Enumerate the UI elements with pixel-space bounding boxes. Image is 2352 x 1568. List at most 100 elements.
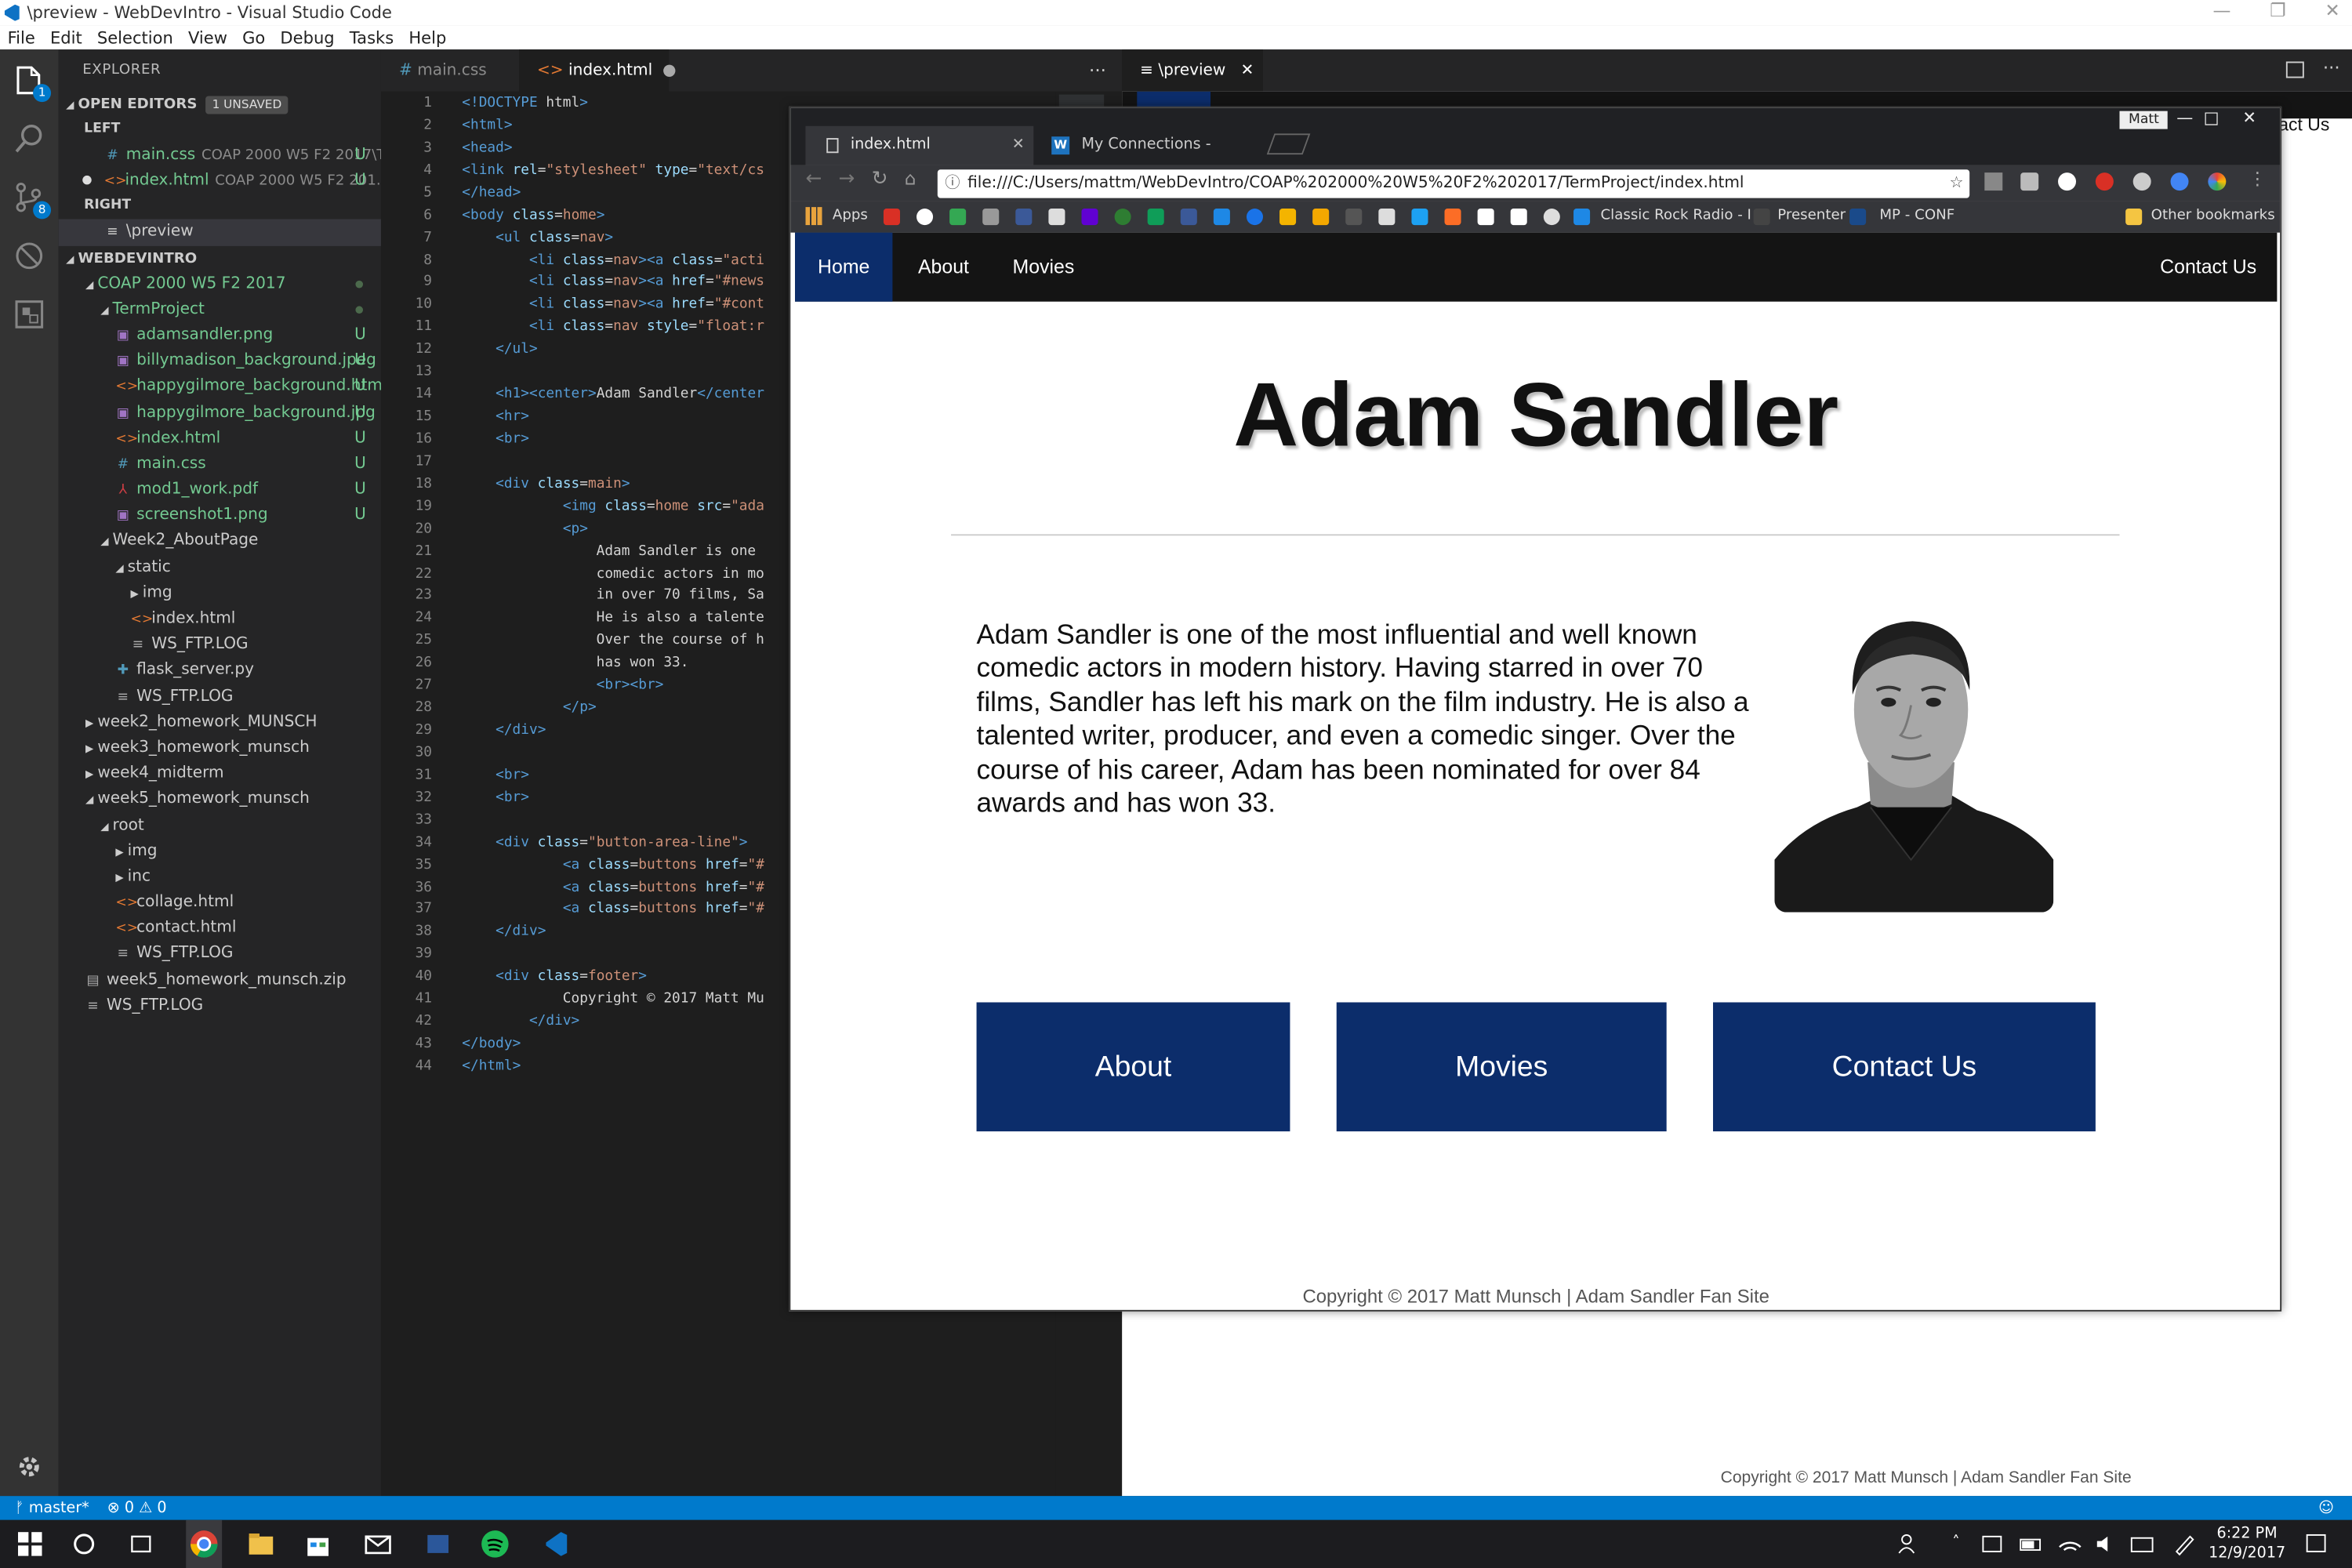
menu-selection[interactable]: Selection [97, 27, 173, 47]
feedback-smiley-icon[interactable]: ☺ [2318, 1500, 2334, 1516]
folder-item[interactable]: ▶ img [59, 838, 381, 864]
file-item[interactable]: ≡ WS_FTP.LOG [59, 632, 381, 658]
file-item[interactable]: ▣ screenshot1.png U [59, 503, 381, 529]
bookmark-mp-conf[interactable]: MP - CONF [1879, 207, 1955, 223]
extension-7-icon[interactable] [2208, 172, 2227, 191]
app-icon[interactable] [423, 1529, 453, 1559]
git-branch[interactable]: ᚠ master* [15, 1500, 89, 1516]
file-item[interactable]: <>happygilmore_background.html U [59, 374, 381, 400]
cortana-icon[interactable] [69, 1529, 99, 1559]
file-item[interactable]: ⅄ mod1_work.pdf U [59, 477, 381, 503]
file-item[interactable]: ≡ WS_FTP.LOG [59, 942, 381, 967]
close-tab-icon[interactable]: ✕ [1241, 61, 1254, 79]
extension-3-icon[interactable] [2058, 172, 2077, 191]
google-bookmark-icon[interactable] [916, 209, 934, 226]
file-item[interactable]: <>contact.html [59, 916, 381, 942]
folder-item[interactable]: ▶ img [59, 580, 381, 606]
home-icon[interactable]: ⌂ [905, 168, 916, 189]
keyboard-icon[interactable] [2127, 1529, 2157, 1559]
debug-icon[interactable] [12, 238, 46, 273]
bookmark-icon[interactable] [982, 209, 1000, 226]
file-explorer-icon[interactable] [246, 1529, 276, 1559]
chrome-maximize-button[interactable]: □ [2204, 108, 2220, 128]
page-bookmark-icon[interactable] [1753, 209, 1770, 226]
folder-item[interactable]: ◢ week5_homework_munsch [59, 786, 381, 812]
file-item[interactable]: <>index.html [59, 606, 381, 632]
preview-contact-link[interactable]: tact Us [2274, 114, 2329, 135]
reload-icon[interactable]: ↻ [872, 168, 888, 191]
file-item[interactable]: <>index.html U [59, 426, 381, 452]
chrome-close-button[interactable]: ✕ [2242, 108, 2256, 128]
extension-1-icon[interactable] [1984, 172, 2003, 191]
bookmark-icon[interactable] [1378, 209, 1396, 226]
spotify-icon[interactable] [480, 1529, 510, 1559]
open-editors-header[interactable]: ◢ OPEN EDITORS 1 UNSAVED [59, 92, 381, 118]
mail-icon[interactable] [363, 1529, 393, 1559]
people-icon[interactable] [1893, 1529, 1923, 1559]
chrome-minimize-button[interactable]: — [2176, 108, 2193, 128]
gmail-bookmark-icon[interactable] [883, 209, 900, 226]
tab-preview[interactable]: ≡ \preview ✕ [1122, 49, 1263, 92]
menu-tasks[interactable]: Tasks [350, 27, 394, 47]
bookmark-icon[interactable] [1411, 209, 1428, 226]
bookmark-classic-rock[interactable]: Classic Rock Radio - I [1600, 207, 1751, 223]
menu-view[interactable]: View [188, 27, 227, 47]
nav-about[interactable]: About [918, 233, 969, 302]
yahoo-bookmark-icon[interactable] [1081, 209, 1098, 226]
menu-edit[interactable]: Edit [50, 27, 82, 47]
address-bar[interactable]: ⓘ file:///C:/Users/mattm/WebDevIntro/COA… [937, 169, 1970, 198]
restore-button[interactable]: ❐ [2270, 0, 2286, 21]
minimize-button[interactable]: — [2212, 0, 2230, 21]
action-center-icon[interactable] [2301, 1529, 2331, 1559]
bookmark-icon[interactable] [1147, 209, 1164, 226]
tray-expand-icon[interactable]: ˄ [1941, 1529, 1971, 1559]
pen-icon[interactable] [2169, 1529, 2199, 1559]
menu-help[interactable]: Help [408, 27, 446, 47]
preview-more-button[interactable]: ··· [2323, 57, 2340, 78]
menu-file[interactable]: File [8, 27, 35, 47]
search-icon[interactable] [12, 122, 46, 156]
movies-button[interactable]: Movies [1336, 1002, 1667, 1132]
store-icon[interactable] [303, 1529, 332, 1559]
extension-6-icon[interactable] [2170, 172, 2189, 191]
bookmark-apps[interactable]: Apps [833, 207, 868, 223]
mp-bookmark-icon[interactable] [1849, 209, 1867, 226]
bookmark-icon[interactable] [1213, 209, 1230, 226]
contact-us-button[interactable]: Contact Us [1712, 1002, 2096, 1132]
folder-item[interactable]: ▶ inc [59, 864, 381, 890]
pandora-bookmark-icon[interactable] [1573, 209, 1591, 226]
tab-main-css[interactable]: # main.css [381, 49, 519, 92]
bookmark-icon[interactable] [1279, 209, 1297, 226]
about-button[interactable]: About [976, 1002, 1290, 1132]
task-view-icon[interactable] [126, 1529, 156, 1559]
folder-item[interactable]: ◢ root [59, 812, 381, 838]
file-item[interactable]: ▣ adamsandler.png U [59, 322, 381, 348]
nav-home[interactable]: Home [795, 232, 893, 302]
bookmark-icon[interactable] [1246, 209, 1263, 226]
extension-2-icon[interactable] [2020, 172, 2039, 191]
file-item[interactable]: ≡ WS_FTP.LOG [59, 993, 381, 1019]
github-bookmark-icon[interactable] [1543, 209, 1560, 226]
folder-item[interactable]: ▶ week4_midterm [59, 761, 381, 787]
workspace-header[interactable]: ◢ WEBDEVINTRO [59, 245, 381, 271]
medium-bookmark-icon[interactable] [1510, 209, 1527, 226]
bookmark-icon[interactable] [1345, 209, 1363, 226]
bookmark-icon[interactable] [1114, 209, 1131, 226]
battery-icon[interactable] [2016, 1529, 2045, 1559]
bookmark-other[interactable]: Other bookmarks [2151, 207, 2275, 223]
folder-item[interactable]: ◢ Week2_AboutPage [59, 529, 381, 555]
chrome-tab-connections[interactable]: W My Connections - Webst ✕ [1036, 126, 1261, 192]
folder-item[interactable]: ▶ week2_homework_MUNSCH [59, 710, 381, 735]
extension-4-icon[interactable] [2095, 172, 2114, 191]
nav-contact[interactable]: Contact Us [2160, 233, 2256, 302]
bookmark-icon[interactable] [1312, 209, 1330, 226]
gitlab-bookmark-icon[interactable] [1444, 209, 1461, 226]
wifi-icon[interactable] [2055, 1529, 2085, 1559]
clock[interactable]: 6:22 PM 12/9/2017 [2205, 1525, 2289, 1564]
forward-icon[interactable]: → [839, 168, 855, 191]
tray-app-icon[interactable] [1977, 1529, 2007, 1559]
bookmark-presenter[interactable]: Presenter [1777, 207, 1846, 223]
volume-icon[interactable] [2091, 1529, 2121, 1559]
explorer-icon[interactable]: 1 [12, 63, 52, 103]
bookmark-icon[interactable] [1477, 209, 1494, 226]
